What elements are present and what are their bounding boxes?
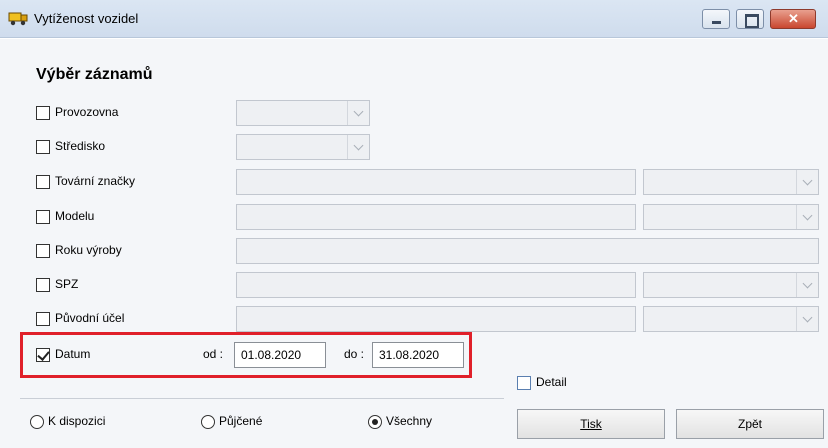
radio-label-pujcene: Půjčené (219, 414, 263, 428)
filter-row-spz: SPZ (0, 272, 828, 298)
modelu-select[interactable] (643, 204, 819, 230)
checkbox-puvodni-ucel[interactable] (36, 312, 50, 326)
window-title: Vytíženost vozidel (34, 11, 139, 26)
section-title: Výběr záznamů (36, 66, 153, 83)
label-spz: SPZ (55, 277, 79, 291)
highlight-box (20, 332, 472, 378)
minimize-button[interactable] (702, 9, 730, 29)
checkbox-stredisko[interactable] (36, 140, 50, 154)
filter-row-stredisko: Středisko (0, 134, 828, 160)
title-bar: Vytíženost vozidel (0, 0, 828, 38)
radio-pujcene[interactable] (201, 415, 215, 429)
checkbox-roku-vyroby[interactable] (36, 244, 50, 258)
back-button-label: Zpět (737, 417, 762, 431)
modelu-input[interactable] (236, 204, 636, 230)
tovarni-znacky-select[interactable] (643, 169, 819, 195)
checkbox-spz[interactable] (36, 278, 50, 292)
provozovna-select[interactable] (236, 100, 370, 126)
filter-row-provozovna: Provozovna (0, 100, 828, 126)
label-tovarni-znacky: Tovární značky (55, 174, 136, 188)
checkbox-provozovna[interactable] (36, 106, 50, 120)
checkbox-tovarni-znacky[interactable] (36, 175, 50, 189)
roku-vyroby-input[interactable] (236, 238, 819, 264)
chevron-down-icon (796, 307, 818, 331)
back-button[interactable]: Zpět (676, 409, 824, 439)
radio-k-dispozici[interactable] (30, 415, 44, 429)
chevron-down-icon (796, 205, 818, 229)
filter-row-roku-vyroby: Roku výroby (0, 238, 828, 264)
close-button[interactable] (770, 9, 816, 29)
spz-select[interactable] (643, 272, 819, 298)
label-stredisko: Středisko (55, 139, 106, 153)
radio-label-k-dispozici: K dispozici (48, 414, 106, 428)
radio-vsechny[interactable] (368, 415, 382, 429)
filter-row-puvodni-ucel: Původní účel (0, 306, 828, 332)
filter-row-tovarni-znacky: Tovární značky (0, 169, 828, 195)
stredisko-select[interactable] (236, 134, 370, 160)
label-puvodni-ucel: Původní účel (55, 311, 125, 325)
maximize-button[interactable] (736, 9, 764, 29)
puvodni-ucel-select[interactable] (643, 306, 819, 332)
chevron-down-icon (796, 170, 818, 194)
filter-row-modelu: Modelu (0, 204, 828, 230)
label-modelu: Modelu (55, 209, 95, 223)
checkbox-detail[interactable] (517, 376, 531, 390)
tovarni-znacky-input[interactable] (236, 169, 636, 195)
print-button[interactable]: Tisk (517, 409, 665, 439)
label-roku-vyroby: Roku výroby (55, 243, 122, 257)
spz-input[interactable] (236, 272, 636, 298)
chevron-down-icon (347, 135, 369, 159)
chevron-down-icon (347, 101, 369, 125)
chevron-down-icon (796, 273, 818, 297)
label-detail: Detail (536, 375, 567, 389)
label-provozovna: Provozovna (55, 105, 119, 119)
checkbox-modelu[interactable] (36, 210, 50, 224)
radio-label-vsechny: Všechny (386, 414, 433, 428)
puvodni-ucel-input[interactable] (236, 306, 636, 332)
truck-icon (8, 12, 28, 26)
print-button-label: Tisk (580, 417, 602, 431)
